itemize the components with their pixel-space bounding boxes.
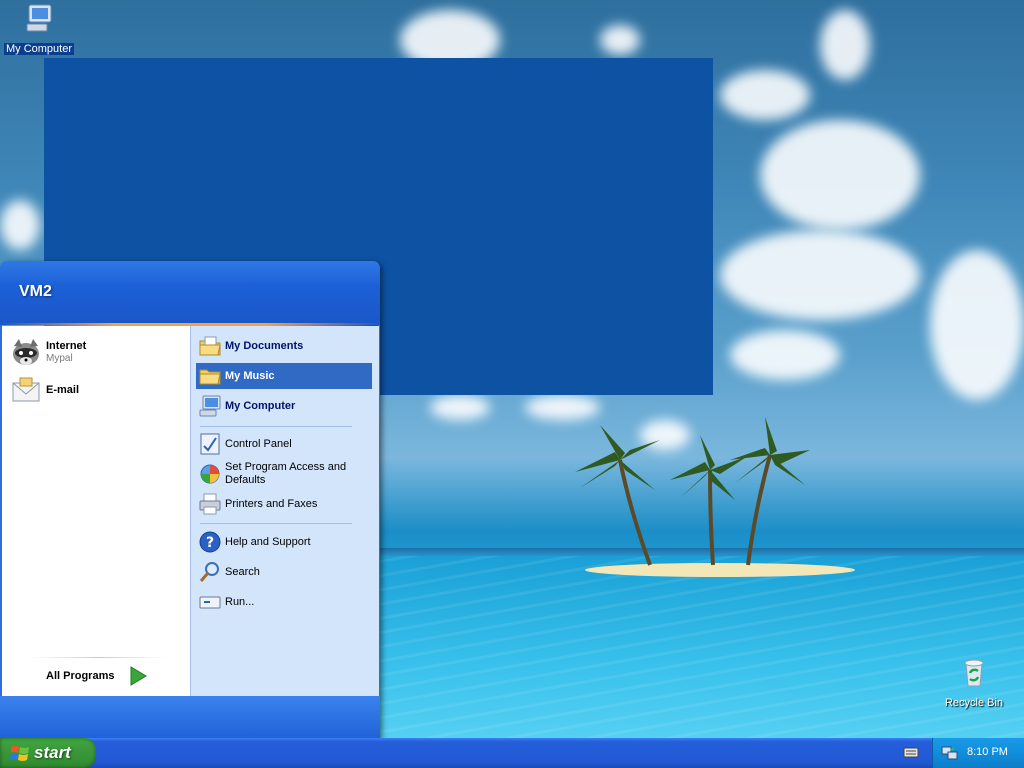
green-arrow-icon	[130, 666, 147, 686]
pinned-item-subtitle: Mypal	[46, 353, 73, 364]
system-tray: 8:10 PM	[932, 738, 1024, 768]
item-printers-and-faxes[interactable]: Printers and Faxes	[196, 491, 372, 517]
svg-text:?: ?	[206, 535, 214, 551]
help-icon: ?	[199, 531, 221, 553]
run-icon	[199, 596, 221, 609]
desktop-icon-recycle-bin[interactable]: Recycle Bin	[935, 656, 1013, 711]
email-icon	[12, 377, 40, 402]
palm-trees	[575, 417, 810, 566]
item-control-panel[interactable]: Control Panel	[196, 431, 372, 457]
taskbar: start 8:10 PM	[0, 738, 1024, 768]
cloud	[430, 395, 490, 420]
desktop-icon-label: My Computer	[3, 43, 75, 55]
my-computer-icon	[26, 4, 52, 32]
pinned-item-title: E-mail	[46, 384, 80, 396]
cloud	[600, 25, 640, 55]
pinned-programs-pane: Internet Mypal E-mail All Programs	[2, 326, 190, 696]
place-label: My Documents	[225, 340, 304, 352]
divider	[200, 523, 352, 524]
place-my-computer[interactable]: My Computer	[196, 393, 372, 419]
place-label: My Music	[225, 370, 275, 382]
network-icon[interactable]	[941, 745, 959, 761]
item-label: Help and Support	[225, 536, 311, 548]
my-computer-icon	[199, 395, 221, 417]
start-label: start	[34, 743, 71, 762]
control-panel-icon	[200, 433, 220, 455]
windows-logo-icon	[10, 746, 29, 761]
cloud	[720, 70, 810, 120]
item-label: Run...	[225, 596, 255, 608]
item-search[interactable]: Search	[196, 559, 372, 585]
place-label: My Computer	[225, 400, 296, 412]
cloud	[760, 120, 920, 230]
desktop-icon-my-computer[interactable]: My Computer	[0, 2, 78, 57]
cloud	[730, 330, 840, 380]
cloud	[0, 200, 40, 250]
program-access-icon	[200, 464, 220, 484]
start-menu: VM2 Internet Mypal E-mail All Programs M…	[0, 261, 380, 739]
item-label: Printers and Faxes	[225, 498, 318, 510]
pinned-item-email[interactable]: E-mail	[10, 372, 186, 408]
desktop-icon-label: Recycle Bin	[944, 697, 1004, 709]
recycle-bin-icon	[964, 659, 984, 687]
raccoon-browser-icon	[13, 339, 39, 365]
place-my-documents[interactable]: My Documents	[196, 333, 372, 359]
item-set-program-access[interactable]: Set Program Access and Defaults	[196, 461, 372, 487]
my-documents-icon	[199, 336, 221, 356]
user-name: VM2	[19, 283, 52, 300]
all-programs-label: All Programs	[46, 670, 115, 682]
clock[interactable]: 8:10 PM	[967, 746, 1008, 758]
divider	[32, 657, 166, 658]
all-programs-button[interactable]: All Programs	[32, 662, 172, 690]
search-icon	[199, 562, 219, 582]
divider	[200, 426, 352, 427]
start-button[interactable]: start	[0, 738, 96, 768]
my-music-icon	[199, 369, 221, 385]
keyboard-icon[interactable]	[903, 745, 919, 759]
pinned-item-internet[interactable]: Internet Mypal	[10, 334, 186, 370]
start-menu-header: VM2	[0, 261, 380, 325]
item-label: Search	[225, 566, 260, 578]
cloud	[720, 230, 920, 320]
cloud	[820, 10, 870, 80]
cloud	[930, 250, 1024, 400]
item-run[interactable]: Run...	[196, 589, 372, 615]
pinned-item-title: Internet	[46, 340, 87, 352]
start-menu-footer	[0, 696, 380, 739]
place-my-music[interactable]: My Music	[196, 363, 372, 389]
item-label: Control Panel	[225, 438, 292, 450]
item-label: Set Program Access and Defaults	[225, 461, 347, 486]
printer-icon	[199, 493, 221, 515]
item-help-and-support[interactable]: ? Help and Support	[196, 529, 372, 555]
